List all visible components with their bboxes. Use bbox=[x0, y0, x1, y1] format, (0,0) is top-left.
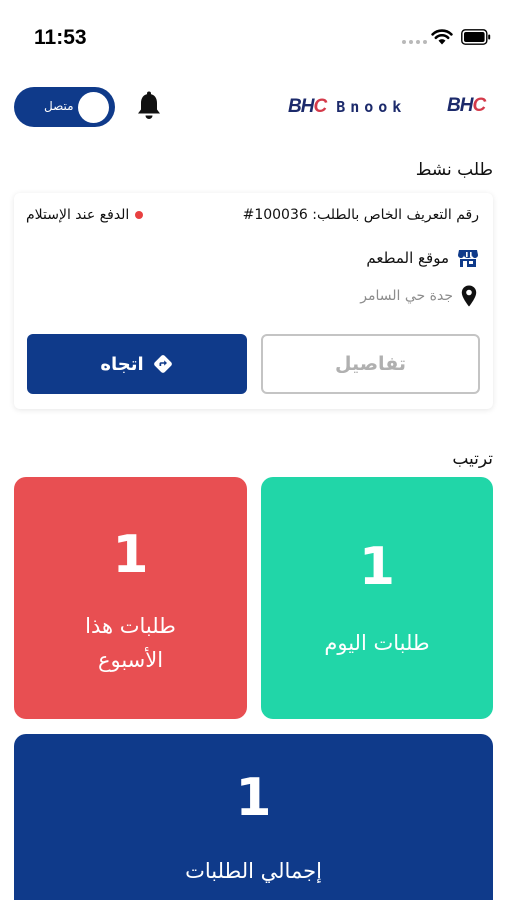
today-orders-value: 1 bbox=[358, 537, 396, 597]
brand-wordmark: BHC Bnook bbox=[288, 95, 406, 119]
payment-method: الدفع عند الإستلام bbox=[26, 207, 144, 223]
today-orders-label: طلبات اليوم bbox=[324, 631, 430, 655]
app-header: متصل BHC Bnook BHC bbox=[0, 80, 507, 136]
active-order-card[interactable]: رقم التعريف الخاص بالطلب: 100036# الدفع … bbox=[14, 193, 493, 409]
toggle-label: متصل bbox=[44, 99, 74, 113]
direction-button-label: اتجاه bbox=[100, 353, 144, 375]
week-orders-value: 1 bbox=[112, 525, 149, 585]
brand-name: Bnook bbox=[336, 98, 407, 116]
week-orders-card[interactable]: 1 طلبات هذا الأسبوع bbox=[14, 477, 247, 719]
wifi-icon bbox=[431, 29, 453, 45]
bhc-logo-right: BHC bbox=[447, 95, 486, 116]
week-orders-label-line2: الأسبوع bbox=[97, 648, 164, 672]
store-icon bbox=[458, 250, 478, 267]
today-orders-card[interactable]: 1 طلبات اليوم bbox=[261, 477, 493, 719]
active-order-title: طلب نشط bbox=[415, 160, 493, 180]
total-orders-value: 1 bbox=[235, 768, 272, 828]
total-orders-card[interactable]: 1 إجمالي الطلبات bbox=[14, 734, 493, 900]
details-button[interactable]: تفاصيل bbox=[261, 334, 480, 394]
direction-icon bbox=[153, 355, 172, 373]
address-row: جدة حي السامر bbox=[360, 285, 477, 307]
order-id: رقم التعريف الخاص بالطلب: 100036# bbox=[242, 207, 479, 223]
payment-status-dot bbox=[135, 211, 144, 219]
restaurant-location-label: موقع المطعم bbox=[366, 249, 449, 267]
stats-title: ترتيب bbox=[452, 449, 493, 469]
payment-method-label: الدفع عند الإستلام bbox=[26, 207, 130, 223]
online-status-toggle[interactable]: متصل bbox=[14, 87, 115, 127]
battery-icon bbox=[461, 29, 491, 45]
status-time: 11:53 bbox=[34, 26, 87, 49]
restaurant-location-row: موقع المطعم bbox=[366, 247, 479, 269]
pin-icon bbox=[461, 285, 477, 307]
bhc-logo: BHC bbox=[288, 96, 327, 117]
bell-icon[interactable] bbox=[136, 91, 162, 121]
week-orders-label-line1: طلبات هذا bbox=[85, 614, 176, 638]
status-bar: 11:53 bbox=[0, 0, 507, 70]
total-orders-label: إجمالي الطلبات bbox=[185, 859, 322, 883]
address-text: جدة حي السامر bbox=[360, 288, 453, 304]
signal-icon bbox=[402, 40, 427, 44]
direction-button[interactable]: اتجاه bbox=[27, 334, 247, 394]
toggle-knob bbox=[78, 92, 109, 123]
